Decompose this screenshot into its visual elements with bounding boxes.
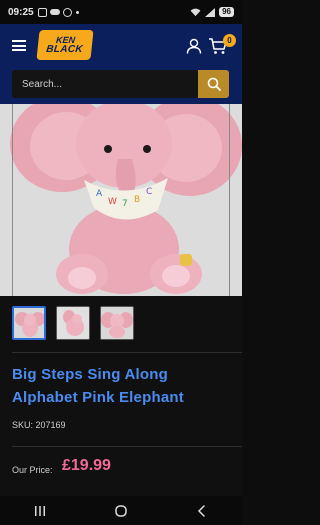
user-icon[interactable]: [186, 38, 202, 54]
hamburger-icon: [12, 40, 26, 42]
svg-text:W: W: [108, 197, 117, 207]
back-icon: [197, 504, 205, 517]
svg-text:7: 7: [122, 199, 128, 209]
status-bar: 09:25 96: [0, 0, 242, 24]
logo-line-2: BLACK: [45, 44, 84, 55]
product-price: £19.99: [62, 457, 111, 474]
divider: [12, 352, 242, 353]
recent-apps-button[interactable]: [28, 501, 52, 521]
svg-text:C: C: [146, 187, 152, 197]
home-button[interactable]: [109, 501, 133, 521]
signal-icon: [205, 7, 216, 17]
status-time: 09:25: [8, 6, 34, 18]
cart-count-badge: 0: [223, 34, 236, 47]
svg-text:A: A: [96, 189, 103, 199]
system-nav-bar: [0, 496, 242, 525]
product-sku: SKU: 207169: [12, 420, 66, 430]
back-button[interactable]: [190, 501, 214, 521]
product-main-image[interactable]: A W 7 B C: [0, 104, 242, 296]
home-icon: [115, 504, 127, 517]
thumbnail-2[interactable]: [56, 306, 90, 340]
divider: [12, 446, 242, 447]
search-input[interactable]: [12, 70, 198, 98]
pink-elephant-image: A W 7 B C: [0, 104, 242, 296]
search-button[interactable]: [198, 70, 229, 98]
wifi-icon: [190, 8, 201, 16]
search-icon: [207, 77, 221, 91]
battery-icon: 96: [219, 7, 234, 17]
cloud-icon: [49, 9, 60, 15]
thumbnail-3[interactable]: [100, 306, 134, 340]
thumbnail-1[interactable]: [12, 306, 46, 340]
more-notifications-icon: [75, 10, 79, 14]
price-label: Our Price:: [12, 465, 53, 475]
screen: 09:25 96 KEN BLACK 0 Search... A W 7 B C…: [0, 0, 242, 525]
site-header: KEN BLACK: [0, 24, 242, 68]
image-notification-icon: [37, 7, 47, 17]
ken-black-logo[interactable]: KEN BLACK: [36, 30, 94, 60]
menu-button[interactable]: [12, 40, 26, 51]
svg-text:B: B: [134, 195, 140, 205]
recent-apps-icon: [35, 505, 46, 516]
thumbnail-strip: [12, 306, 134, 340]
whatsapp-icon: [62, 7, 72, 17]
product-title: Big Steps Sing Along Alphabet Pink Eleph…: [12, 366, 184, 406]
